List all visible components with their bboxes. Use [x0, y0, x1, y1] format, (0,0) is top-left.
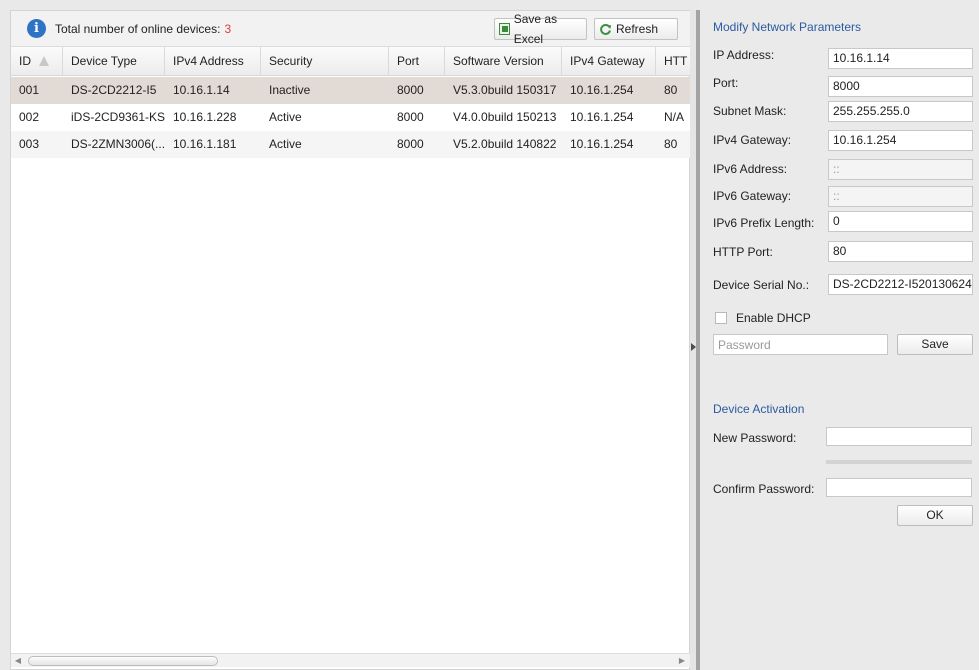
cell-device-type: iDS-2CD9361-KS [71, 110, 165, 124]
cell-security: Inactive [269, 83, 311, 97]
ipv6-address-label: IPv6 Address: [713, 162, 788, 176]
excel-icon [499, 23, 510, 35]
cell-ipv4-gateway: 10.16.1.254 [570, 137, 634, 151]
cell-device-type: DS-2ZMN3006(... [71, 137, 165, 151]
admin-password-input[interactable] [713, 334, 888, 355]
cell-port: 8000 [397, 83, 424, 97]
table-row[interactable]: 003 DS-2ZMN3006(... 10.16.1.181 Active 8… [11, 131, 691, 158]
refresh-icon [600, 23, 612, 35]
online-devices-total: Total number of online devices: 3 [55, 22, 231, 36]
table-row[interactable]: 002 iDS-2CD9361-KS 10.16.1.228 Active 80… [11, 104, 691, 131]
cell-id: 001 [19, 83, 40, 97]
refresh-button[interactable]: Refresh [594, 18, 678, 40]
enable-dhcp-checkbox[interactable] [715, 312, 727, 324]
device-serial-field[interactable]: DS-2CD2212-I520130624 [828, 274, 973, 295]
ipv4-gateway-label: IPv4 Gateway: [713, 133, 792, 147]
cell-ipv4-address: 10.16.1.228 [173, 110, 237, 124]
network-parameters-panel: Modify Network Parameters IP Address: 10… [700, 0, 979, 670]
cell-id: 003 [19, 137, 40, 151]
cell-id: 002 [19, 110, 40, 124]
ipv4-gateway-field[interactable]: 10.16.1.254 [828, 130, 973, 151]
cell-port: 8000 [397, 137, 424, 151]
password-strength-bar [826, 460, 972, 464]
collapse-arrow-icon[interactable] [691, 343, 696, 351]
sort-ascending-icon [39, 56, 49, 66]
column-header-security[interactable]: Security [261, 47, 389, 76]
cell-device-type: DS-2CD2212-I5 [71, 83, 157, 97]
port-field[interactable]: 8000 [828, 76, 973, 97]
column-header-id[interactable]: ID [11, 47, 63, 76]
cell-http-port: N/A [664, 110, 685, 124]
total-label-text: Total number of online devices: [55, 22, 221, 36]
refresh-label: Refresh [616, 22, 659, 36]
cell-http-port: 80 [664, 137, 678, 151]
http-port-label: HTTP Port: [713, 245, 773, 259]
port-label: Port: [713, 76, 739, 90]
ip-address-label: IP Address: [713, 48, 775, 62]
panel-splitter[interactable] [690, 10, 700, 670]
ipv6-gateway-label: IPv6 Gateway: [713, 189, 792, 203]
horizontal-scrollbar-thumb[interactable] [28, 656, 218, 666]
ipv6-prefix-length-field[interactable]: 0 [828, 211, 973, 232]
save-as-excel-button[interactable]: Save as Excel [494, 12, 587, 46]
ok-button[interactable]: OK [897, 505, 973, 526]
save-as-excel-label: Save as Excel [513, 12, 558, 46]
modify-network-parameters-title: Modify Network Parameters [713, 20, 862, 34]
column-header-ipv4-address[interactable]: IPv4 Address [165, 47, 261, 76]
ipv6-address-field[interactable]: :: [828, 159, 973, 180]
cell-ipv4-gateway: 10.16.1.254 [570, 83, 634, 97]
column-header-software-version[interactable]: Software Version [445, 47, 562, 76]
cell-ipv4-gateway: 10.16.1.254 [570, 110, 634, 124]
cell-software-version: V5.2.0build 140822 [453, 137, 557, 151]
cell-software-version: V4.0.0build 150213 [453, 110, 557, 124]
cell-software-version: V5.3.0build 150317 [453, 83, 557, 97]
ipv6-prefix-length-label: IPv6 Prefix Length: [713, 216, 815, 230]
device-serial-label: Device Serial No.: [713, 278, 810, 292]
cell-ipv4-address: 10.16.1.181 [173, 137, 237, 151]
total-count: 3 [224, 22, 232, 36]
device-list-toolbar: i Total number of online devices: 3 Save … [11, 11, 691, 47]
cell-port: 8000 [397, 110, 424, 124]
column-header-port[interactable]: Port [389, 47, 445, 76]
new-password-field[interactable] [826, 427, 972, 446]
device-list-panel: i Total number of online devices: 3 Save … [10, 10, 691, 670]
column-header-ipv4-gateway[interactable]: IPv4 Gateway [562, 47, 656, 76]
ip-address-field[interactable]: 10.16.1.14 [828, 48, 973, 69]
cell-http-port: 80 [664, 83, 678, 97]
info-icon: i [27, 19, 46, 38]
horizontal-scrollbar[interactable]: ◀ ▶ [11, 653, 691, 667]
device-activation-title: Device Activation [713, 402, 805, 416]
enable-dhcp-label: Enable DHCP [736, 311, 811, 325]
confirm-password-field[interactable] [826, 478, 972, 497]
scroll-left-arrow-icon[interactable]: ◀ [13, 656, 23, 666]
save-button[interactable]: Save [897, 334, 973, 355]
scroll-right-arrow-icon[interactable]: ▶ [677, 656, 687, 666]
cell-ipv4-address: 10.16.1.14 [173, 83, 230, 97]
new-password-label: New Password: [713, 431, 797, 445]
device-table-header: ID Device Type IPv4 Address Security Por… [11, 47, 691, 76]
column-header-id-label: ID [19, 54, 31, 68]
http-port-field[interactable]: 80 [828, 241, 973, 262]
subnet-mask-field[interactable]: 255.255.255.0 [828, 101, 973, 122]
subnet-mask-label: Subnet Mask: [713, 104, 787, 118]
column-header-http-port[interactable]: HTT [656, 47, 691, 76]
cell-security: Active [269, 110, 302, 124]
column-header-device-type[interactable]: Device Type [63, 47, 165, 76]
cell-security: Active [269, 137, 302, 151]
table-row[interactable]: 001 DS-2CD2212-I5 10.16.1.14 Inactive 80… [11, 77, 691, 104]
ipv6-gateway-field[interactable]: :: [828, 186, 973, 207]
confirm-password-label: Confirm Password: [713, 482, 815, 496]
